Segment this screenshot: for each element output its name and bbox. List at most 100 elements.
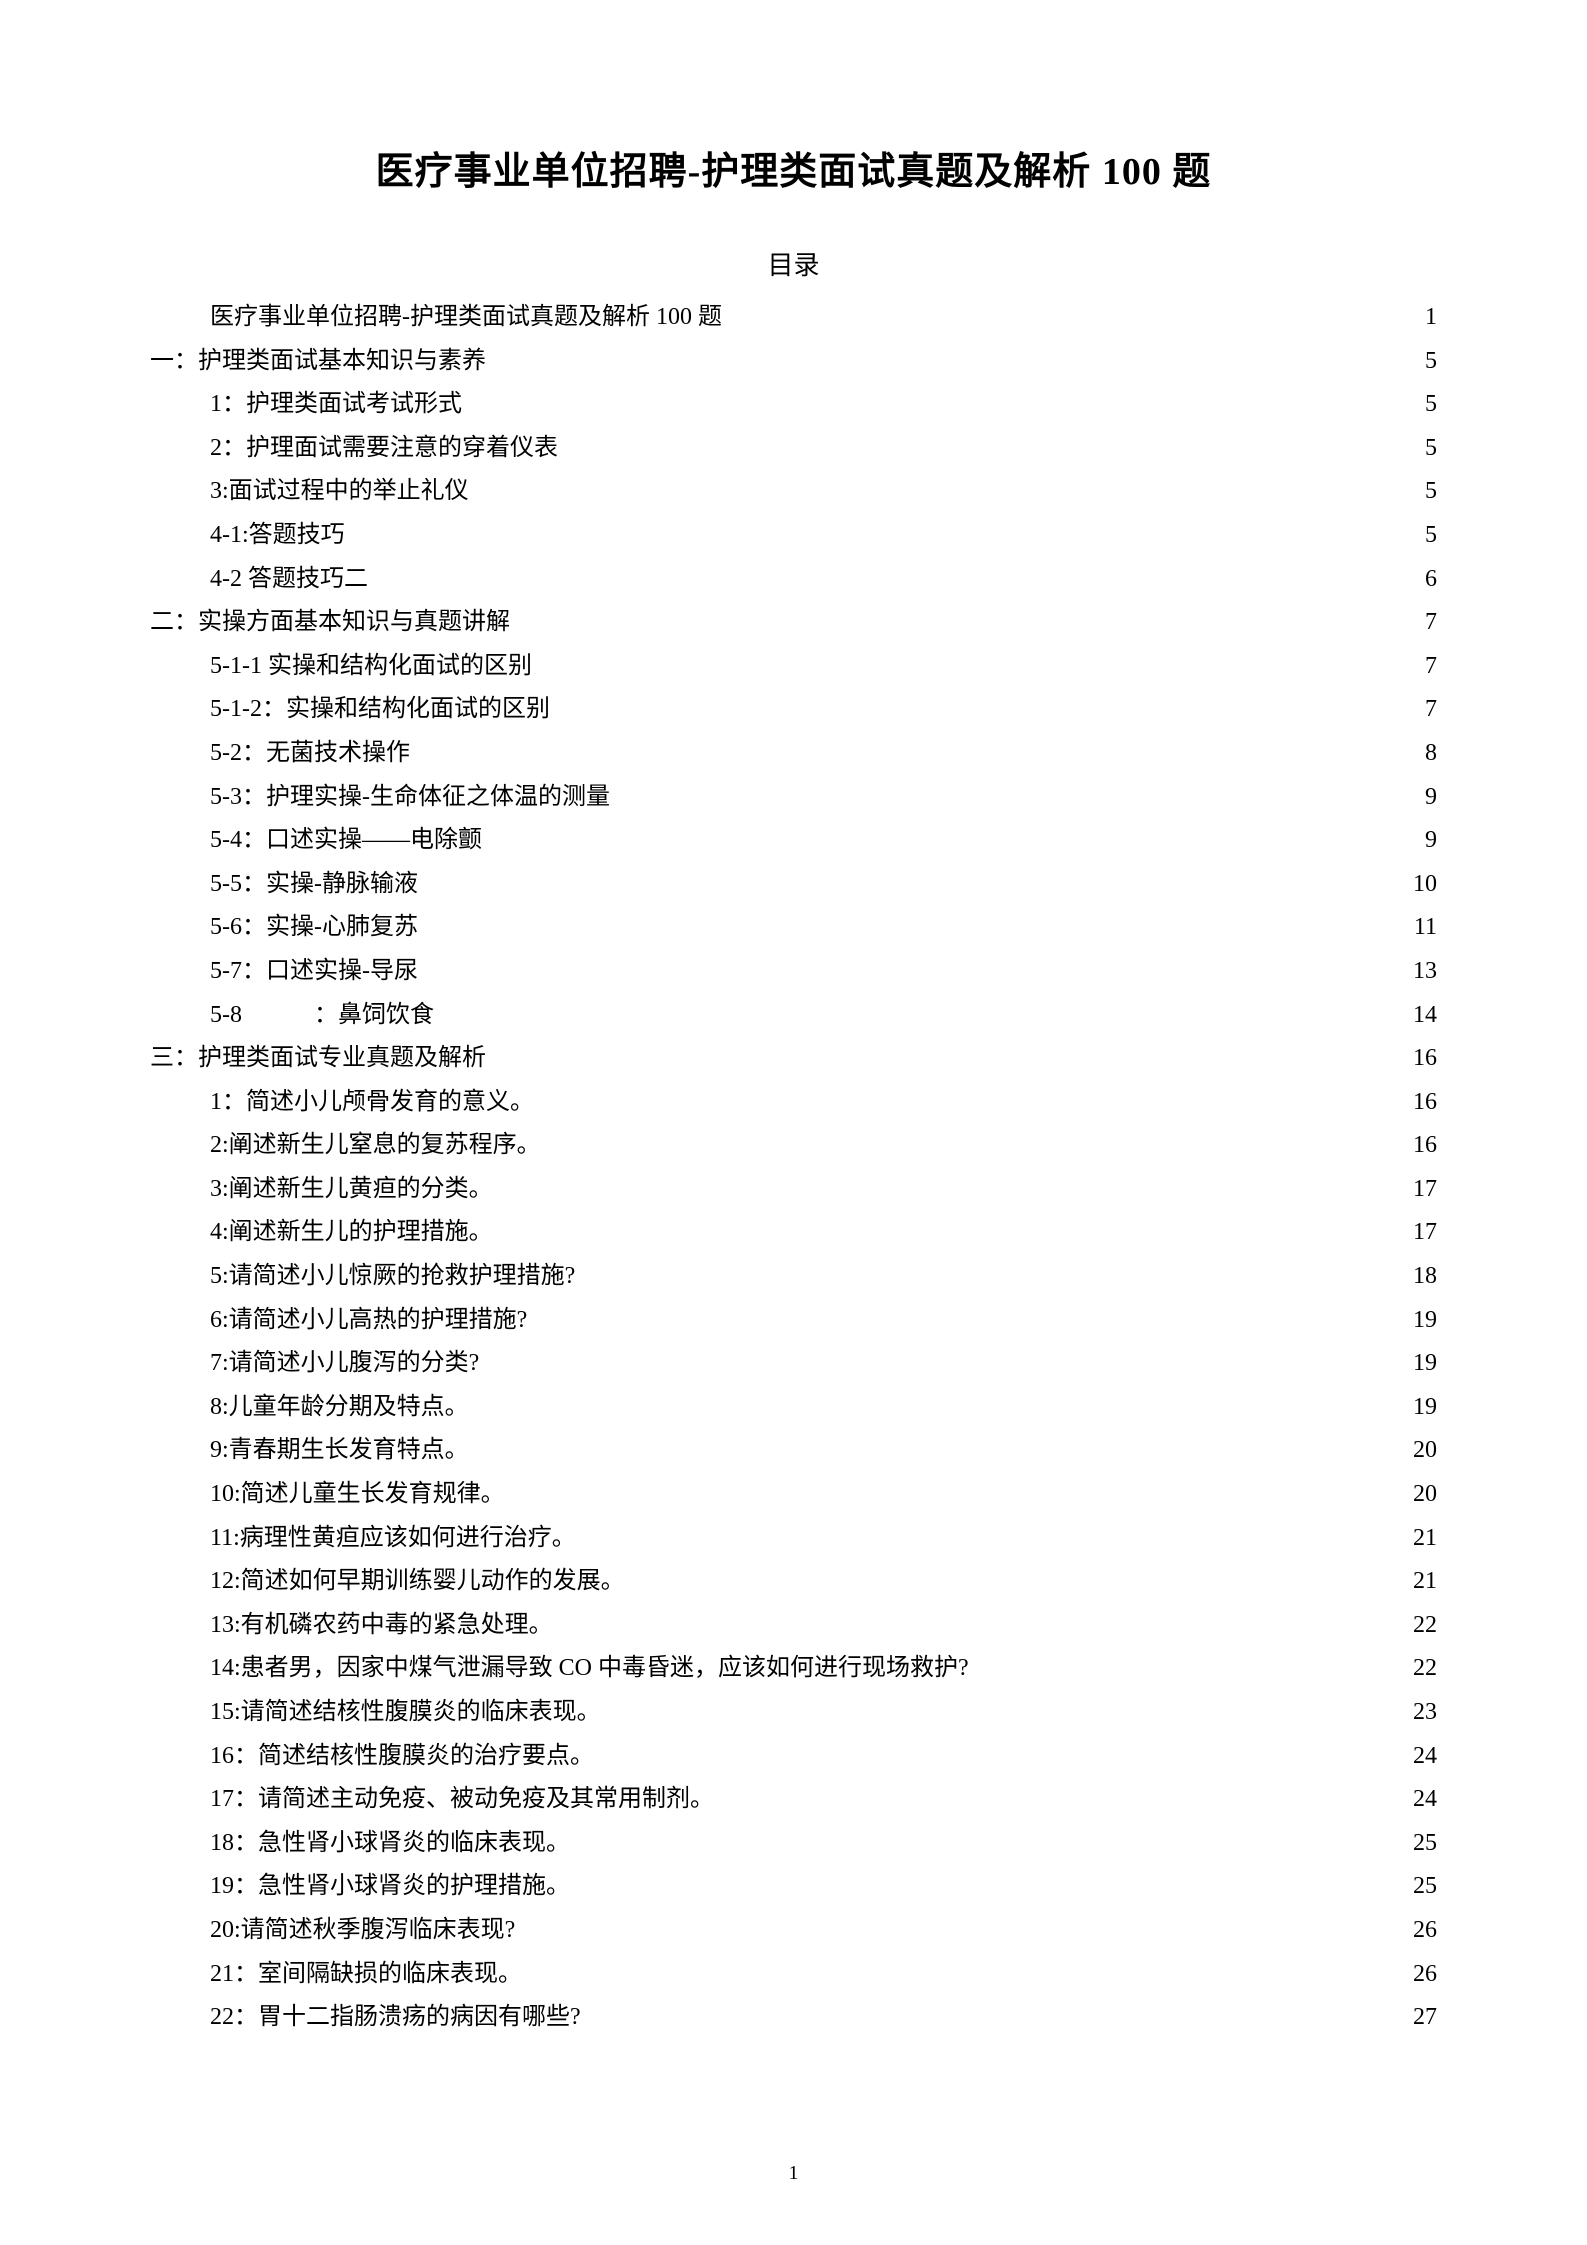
toc-entry-page: 16 [1413,1083,1437,1123]
toc-entry-label: 17：请简述主动免疫、被动免疫及其常用制剂。 [210,1780,714,1820]
toc-entry-label: 14:患者男，因家中煤气泄漏导致 CO 中毒昏迷，应该如何进行现场救护? [210,1649,969,1689]
toc-entry[interactable]: 5-5：实操-静脉输液 10 [150,865,1437,905]
toc-entry[interactable]: 二：实操方面基本知识与真题讲解 7 [150,603,1437,643]
toc-entry-page: 8 [1425,734,1437,774]
toc-entry[interactable]: 5-2：无菌技术操作 8 [150,734,1437,774]
toc-entry-label: 11:病理性黄疸应该如何进行治疗。 [210,1519,576,1559]
toc-entry-label: 5-6：实操-心肺复苏 [210,908,418,948]
toc-entry-page: 17 [1413,1213,1437,1253]
toc-entry-page: 22 [1413,1649,1437,1689]
toc-entry-page: 25 [1413,1824,1437,1864]
toc-entry-page: 5 [1425,429,1437,469]
toc-entry-label: 5-8 ：鼻饲饮食 [210,996,434,1036]
toc-entry-page: 11 [1414,908,1437,948]
toc-entry-page: 5 [1425,472,1437,512]
toc-entry[interactable]: 8:儿童年龄分期及特点。19 [150,1388,1437,1428]
toc-entry-label: 21：室间隔缺损的临床表现。 [210,1955,522,1995]
toc-entry[interactable]: 14:患者男，因家中煤气泄漏导致 CO 中毒昏迷，应该如何进行现场救护? 22 [150,1649,1437,1689]
toc-entry-label: 2：护理面试需要注意的穿着仪表 [210,429,558,469]
toc-entry-page: 7 [1425,690,1437,730]
toc-entry[interactable]: 22：胃十二指肠溃疡的病因有哪些?27 [150,1998,1437,2038]
toc-entry[interactable]: 4-2 答题技巧二 6 [150,560,1437,600]
toc-entry[interactable]: 5-6：实操-心肺复苏 11 [150,908,1437,948]
toc-entry-page: 19 [1413,1344,1437,1384]
toc-entry-page: 22 [1413,1606,1437,1646]
toc-entry-label: 一：护理类面试基本知识与素养 [150,342,486,382]
toc-entry-page: 18 [1413,1257,1437,1297]
toc-entry-page: 7 [1425,603,1437,643]
toc-entry[interactable]: 9:青春期生长发育特点。20 [150,1431,1437,1471]
toc-entry-label: 16：简述结核性腹膜炎的治疗要点。 [210,1737,594,1777]
toc-entry[interactable]: 11:病理性黄疸应该如何进行治疗。 21 [150,1519,1437,1559]
toc-entry-page: 19 [1413,1388,1437,1428]
toc-entry-page: 7 [1425,647,1437,687]
toc-entry-label: 二：实操方面基本知识与真题讲解 [150,603,510,643]
table-of-contents: 医疗事业单位招聘-护理类面试真题及解析 100 题1一：护理类面试基本知识与素养… [150,298,1437,2038]
toc-entry[interactable]: 16：简述结核性腹膜炎的治疗要点。24 [150,1737,1437,1777]
toc-entry[interactable]: 5-1-1 实操和结构化面试的区别7 [150,647,1437,687]
toc-entry[interactable]: 一：护理类面试基本知识与素养 5 [150,342,1437,382]
toc-entry[interactable]: 20:请简述秋季腹泻临床表现?26 [150,1911,1437,1951]
toc-entry-label: 4-1:答题技巧 [210,516,345,556]
toc-entry-page: 27 [1413,1998,1437,2038]
toc-entry-label: 12:简述如何早期训练婴儿动作的发展。 [210,1562,625,1602]
toc-entry-page: 16 [1413,1039,1437,1079]
toc-entry-label: 10:简述儿童生长发育规律。 [210,1475,505,1515]
toc-entry-page: 5 [1425,342,1437,382]
toc-entry-label: 5-3：护理实操-生命体征之体温的测量 [210,778,610,818]
toc-entry-label: 9:青春期生长发育特点。 [210,1431,469,1471]
toc-entry-label: 5-1-2：实操和结构化面试的区别 [210,690,550,730]
toc-entry[interactable]: 4:阐述新生儿的护理措施。 17 [150,1213,1437,1253]
toc-entry-page: 13 [1413,952,1437,992]
toc-entry[interactable]: 4-1:答题技巧 5 [150,516,1437,556]
toc-entry-label: 4:阐述新生儿的护理措施。 [210,1213,493,1253]
toc-entry-label: 5-7：口述实操-导尿 [210,952,418,992]
toc-entry[interactable]: 3:面试过程中的举止礼仪5 [150,472,1437,512]
document-title: 医疗事业单位招聘-护理类面试真题及解析 100 题 [150,140,1437,195]
toc-entry-page: 5 [1425,516,1437,556]
toc-entry[interactable]: 19：急性肾小球肾炎的护理措施。25 [150,1867,1437,1907]
toc-entry[interactable]: 17：请简述主动免疫、被动免疫及其常用制剂。 24 [150,1780,1437,1820]
toc-entry[interactable]: 三：护理类面试专业真题及解析16 [150,1039,1437,1079]
toc-entry-page: 17 [1413,1170,1437,1210]
toc-entry-page: 24 [1413,1780,1437,1820]
toc-entry[interactable]: 6:请简述小儿高热的护理措施?19 [150,1301,1437,1341]
toc-entry-page: 9 [1425,821,1437,861]
toc-entry-page: 9 [1425,778,1437,818]
toc-entry-page: 21 [1413,1562,1437,1602]
toc-entry[interactable]: 1：护理类面试考试形式5 [150,385,1437,425]
toc-entry[interactable]: 2:阐述新生儿窒息的复苏程序。16 [150,1126,1437,1166]
toc-entry-page: 25 [1413,1867,1437,1907]
toc-entry-label: 18：急性肾小球肾炎的临床表现。 [210,1824,570,1864]
toc-entry-page: 6 [1425,560,1437,600]
toc-entry[interactable]: 7:请简述小儿腹泻的分类?19 [150,1344,1437,1384]
toc-entry[interactable]: 18：急性肾小球肾炎的临床表现。 25 [150,1824,1437,1864]
toc-entry[interactable]: 5-1-2：实操和结构化面试的区别 7 [150,690,1437,730]
toc-entry[interactable]: 13:有机磷农药中毒的紧急处理。22 [150,1606,1437,1646]
document-page: 医疗事业单位招聘-护理类面试真题及解析 100 题 目录 医疗事业单位招聘-护理… [0,0,1587,2245]
page-number: 1 [0,2162,1587,2185]
toc-entry[interactable]: 15:请简述结核性腹膜炎的临床表现。23 [150,1693,1437,1733]
toc-entry-page: 26 [1413,1955,1437,1995]
toc-entry-label: 5-4：口述实操——电除颤 [210,821,482,861]
toc-entry[interactable]: 3:阐述新生儿黄疸的分类。17 [150,1170,1437,1210]
toc-entry-label: 5-2：无菌技术操作 [210,734,410,774]
toc-entry[interactable]: 10:简述儿童生长发育规律。20 [150,1475,1437,1515]
toc-entry[interactable]: 5-4：口述实操——电除颤 9 [150,821,1437,861]
toc-entry[interactable]: 5-8 ：鼻饲饮食 14 [150,996,1437,1036]
toc-entry-page: 23 [1413,1693,1437,1733]
toc-entry-label: 20:请简述秋季腹泻临床表现? [210,1911,515,1951]
toc-entry[interactable]: 5-3：护理实操-生命体征之体温的测量 9 [150,778,1437,818]
toc-entry[interactable]: 5:请简述小儿惊厥的抢救护理措施?18 [150,1257,1437,1297]
toc-entry[interactable]: 2：护理面试需要注意的穿着仪表 5 [150,429,1437,469]
toc-entry-page: 1 [1425,298,1437,338]
toc-entry-label: 4-2 答题技巧二 [210,560,368,600]
toc-entry-label: 1：简述小儿颅骨发育的意义。 [210,1083,534,1123]
toc-entry[interactable]: 5-7：口述实操-导尿 13 [150,952,1437,992]
toc-entry[interactable]: 12:简述如何早期训练婴儿动作的发展。 21 [150,1562,1437,1602]
toc-entry[interactable]: 医疗事业单位招聘-护理类面试真题及解析 100 题1 [150,298,1437,338]
toc-entry[interactable]: 1：简述小儿颅骨发育的意义。 16 [150,1083,1437,1123]
toc-entry-page: 14 [1413,996,1437,1036]
toc-entry[interactable]: 21：室间隔缺损的临床表现。 26 [150,1955,1437,1995]
toc-entry-page: 21 [1413,1519,1437,1559]
